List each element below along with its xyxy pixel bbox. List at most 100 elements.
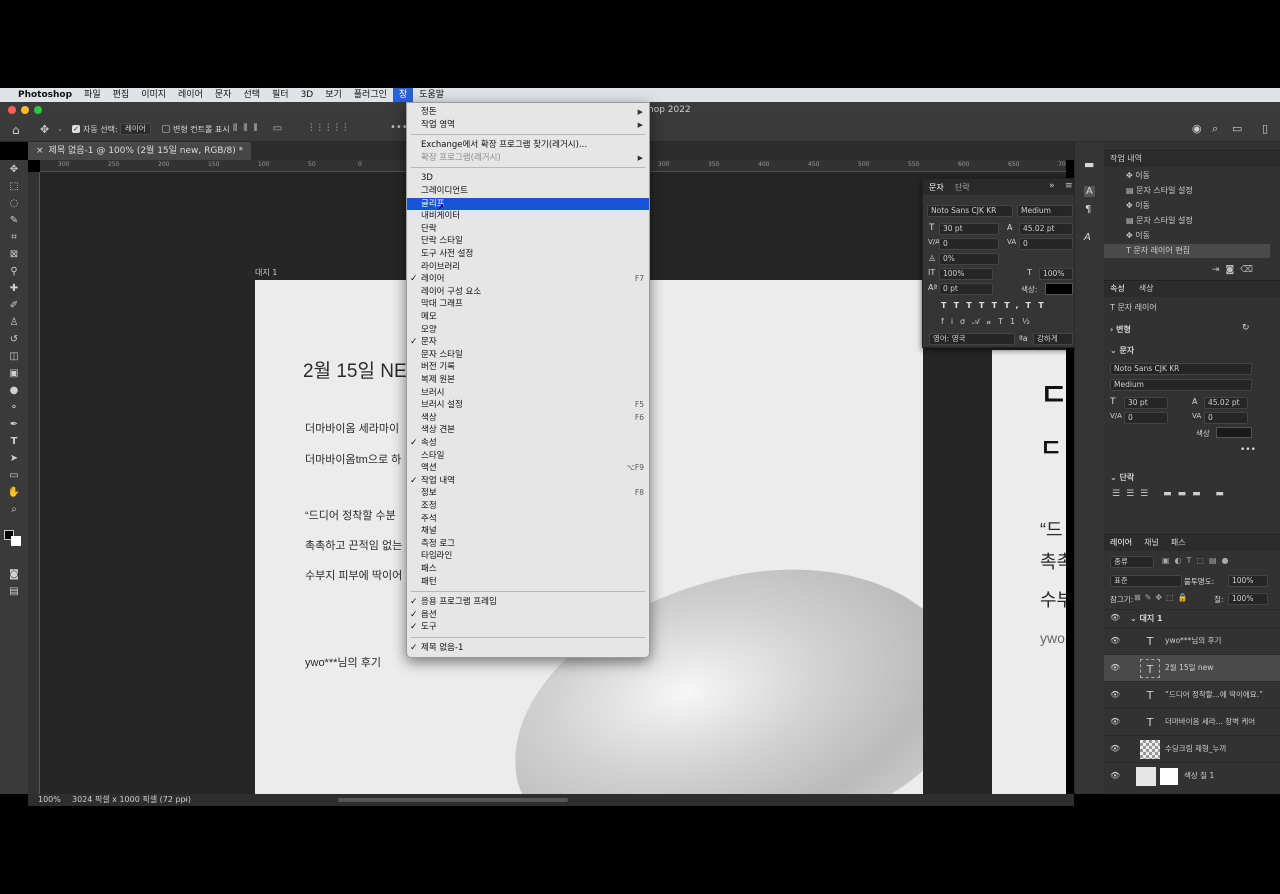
- window-menu-item[interactable]: 작업 영역 ▶: [407, 119, 649, 132]
- layer-filter-kind[interactable]: 종류: [1110, 556, 1154, 568]
- visibility-eye-icon[interactable]: 👁: [1110, 613, 1120, 623]
- history-panel-title[interactable]: 작업 내역: [1104, 151, 1280, 167]
- quick-mask-icon[interactable]: ◙: [7, 568, 21, 582]
- layer-row[interactable]: 👁 색상 칠 1: [1104, 762, 1280, 789]
- window-menu-item[interactable]: 색상 F6: [407, 412, 649, 425]
- document-tab[interactable]: × 제목 없음-1 @ 100% (2월 15일 new, RGB/8) *: [28, 142, 252, 160]
- apple-icon[interactable]: [0, 88, 12, 102]
- window-menu-item[interactable]: 그레이디언트: [407, 185, 649, 198]
- window-menu-item[interactable]: ✓ 도구: [407, 621, 649, 634]
- visibility-eye-icon[interactable]: 👁: [1110, 717, 1120, 727]
- char-language[interactable]: 영어: 영국: [929, 333, 1015, 345]
- tab-layers[interactable]: 레이어: [1110, 538, 1132, 547]
- char-tracking[interactable]: 0: [1019, 238, 1073, 250]
- workspace-icon[interactable]: ▭: [1232, 122, 1242, 135]
- window-menu-item[interactable]: 채널: [407, 525, 649, 538]
- hand-tool-icon[interactable]: ✋: [7, 486, 21, 500]
- artboard-reviewer[interactable]: ywo***님의 후기: [305, 654, 381, 670]
- marquee-tool-icon[interactable]: ⬚: [7, 180, 21, 194]
- document-info[interactable]: 3024 픽셀 x 1000 픽셀 (72 ppi): [72, 794, 191, 806]
- window-menu-item[interactable]: 색상 견본: [407, 424, 649, 437]
- window-menu-item[interactable]: 패턴: [407, 576, 649, 589]
- layer-row[interactable]: 👁 Tywo***님의 후기: [1104, 627, 1280, 654]
- artboard2-big-1[interactable]: ㄷ: [1040, 370, 1066, 414]
- char-vertical-scale[interactable]: 100%: [939, 268, 993, 280]
- layer-select-dropdown[interactable]: 레이어: [120, 123, 151, 135]
- window-menu-item[interactable]: 브러시: [407, 387, 649, 400]
- menu-3d[interactable]: 3D: [295, 88, 320, 102]
- char-baseline[interactable]: 0 pt: [939, 283, 993, 295]
- properties-paragraph-header[interactable]: ⌄ 단락: [1110, 471, 1134, 485]
- zoom-window-button[interactable]: [34, 106, 42, 114]
- char-font-size[interactable]: 30 pt: [939, 223, 999, 235]
- type-tool-icon[interactable]: T: [7, 435, 21, 449]
- history-item[interactable]: ✥ 이동: [1126, 199, 1150, 213]
- window-menu-item[interactable]: 3D: [407, 172, 649, 185]
- char-font-style[interactable]: Medium: [1017, 205, 1073, 217]
- window-menu-item[interactable]: 도구 사전 설정: [407, 248, 649, 261]
- frame-tool-icon[interactable]: ⊠: [7, 248, 21, 262]
- history-item-current[interactable]: T 문자 레이어 편집: [1104, 244, 1270, 258]
- window-menu-item[interactable]: 복제 원본: [407, 374, 649, 387]
- dodge-tool-icon[interactable]: ⚬: [7, 401, 21, 415]
- char-panel-tab-character[interactable]: 문자: [929, 182, 944, 193]
- stamp-tool-icon[interactable]: ♙: [7, 316, 21, 330]
- blur-tool-icon[interactable]: ●: [7, 384, 21, 398]
- artboard2-big-2[interactable]: ㄷ: [1040, 428, 1062, 463]
- window-menu-item[interactable]: 막대 그래프: [407, 298, 649, 311]
- char-panel-tab-paragraph[interactable]: 단락: [955, 182, 970, 193]
- tab-color[interactable]: 색상: [1139, 284, 1154, 293]
- artboard-2[interactable]: ㄷ ㄷ “드 촉촉 수부 ywo: [992, 350, 1066, 794]
- layer-group-row[interactable]: 👁 ⌄ 대지 1: [1104, 609, 1280, 627]
- window-menu-item[interactable]: 스타일: [407, 450, 649, 463]
- distribute-icons[interactable]: ⫶⫶⫶⫶⫶: [310, 123, 353, 134]
- pen-tool-icon[interactable]: ✒: [7, 418, 21, 432]
- window-menu-item[interactable]: 정보 F8: [407, 487, 649, 500]
- window-menu-item[interactable]: 브러시 설정 F5: [407, 399, 649, 412]
- prop-kerning[interactable]: 0: [1124, 412, 1168, 424]
- window-menu-item[interactable]: ✓ 제목 없음-1: [407, 642, 649, 655]
- rectangle-tool-icon[interactable]: ▭: [7, 469, 21, 483]
- artboard-quote-2[interactable]: 촉촉하고 끈적임 없는: [305, 537, 402, 553]
- glyphs-panel-icon[interactable]: A: [1084, 232, 1091, 243]
- window-menu-item[interactable]: ✓ 옵션: [407, 609, 649, 622]
- window-menu-item[interactable]: 타임라인: [407, 550, 649, 563]
- menu-image[interactable]: 이미지: [135, 88, 172, 102]
- history-brush-tool-icon[interactable]: ↺: [7, 333, 21, 347]
- layer-row[interactable]: 👁 T 더마바이옴 세라... 장벽 케어: [1104, 708, 1280, 735]
- window-menu-item[interactable]: 모양: [407, 324, 649, 337]
- artboard2-line-2[interactable]: 촉촉: [1040, 548, 1066, 574]
- window-menu-item[interactable]: 측정 로그: [407, 538, 649, 551]
- move-tool-icon[interactable]: ✥: [40, 123, 49, 136]
- char-color-swatch[interactable]: [1045, 283, 1073, 295]
- layer-row[interactable]: 👁 T “드디어 정착할...에 딱이에요.”: [1104, 681, 1280, 708]
- panel-menu-icon[interactable]: ≡: [1065, 181, 1073, 191]
- faux-style-buttons[interactable]: TTTTTT,TT: [941, 301, 1051, 310]
- close-tab-icon[interactable]: ×: [36, 146, 44, 156]
- chevron-right-icon[interactable]: ›: [184, 794, 187, 806]
- search-icon[interactable]: ⌕: [1212, 122, 1218, 136]
- prop-tracking[interactable]: 0: [1204, 412, 1248, 424]
- tab-paths[interactable]: 패스: [1171, 538, 1186, 547]
- artboard2-reviewer[interactable]: ywo: [1040, 630, 1065, 646]
- menu-view[interactable]: 보기: [319, 88, 348, 102]
- artboard-label[interactable]: 대지 1: [255, 267, 277, 278]
- visibility-eye-icon[interactable]: 👁: [1110, 636, 1120, 646]
- char-font-family[interactable]: Noto Sans CJK KR: [927, 205, 1013, 217]
- visibility-eye-icon[interactable]: 👁: [1110, 663, 1120, 673]
- window-menu-item[interactable]: 단락 스타일: [407, 235, 649, 248]
- artboard2-line-3[interactable]: 수부: [1040, 586, 1066, 612]
- window-menu-item[interactable]: 조정: [407, 500, 649, 513]
- tab-properties[interactable]: 속성: [1110, 284, 1125, 293]
- zoom-level[interactable]: 100%: [38, 794, 61, 806]
- artboard-line-1[interactable]: 더마바이옴 세라마이: [305, 420, 399, 436]
- prop-font-family[interactable]: Noto Sans CJK KR: [1110, 363, 1252, 375]
- prop-font-size[interactable]: 30 pt: [1124, 397, 1168, 409]
- window-menu-item[interactable]: 라이브러리: [407, 261, 649, 274]
- window-menu-item[interactable]: 주석: [407, 513, 649, 526]
- window-menu-item[interactable]: Exchange에서 확장 프로그램 찾기(레거시)...: [407, 139, 649, 152]
- brush-tool-icon[interactable]: ✐: [7, 299, 21, 313]
- zoom-tool-icon[interactable]: ⌕: [7, 503, 21, 517]
- transform-controls-checkbox[interactable]: [162, 125, 170, 133]
- crop-tool-icon[interactable]: ⌗: [7, 231, 21, 245]
